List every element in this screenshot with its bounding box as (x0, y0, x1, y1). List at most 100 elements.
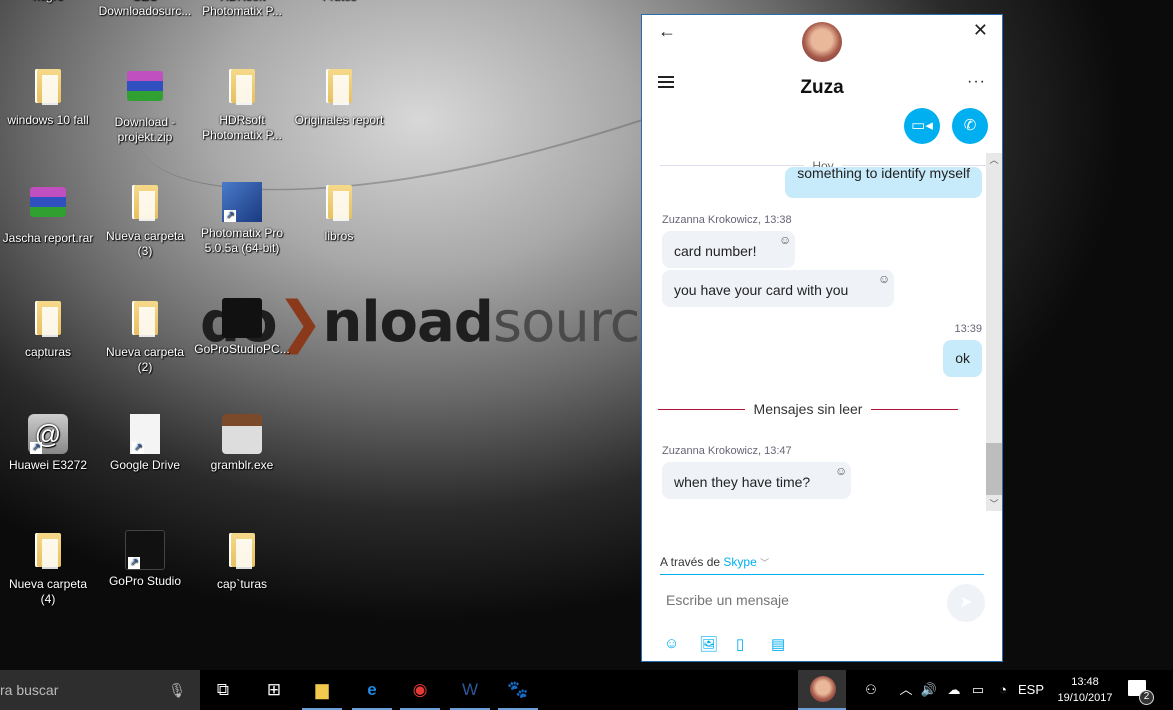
desktop-icon[interactable]: Frutes (291, 0, 387, 4)
icon-label: Google Drive (109, 458, 181, 472)
scrollbar-thumb[interactable] (986, 443, 1002, 495)
huawei-icon: @ ↗ (28, 414, 68, 454)
message-text: ok (955, 350, 970, 366)
desktop-icon[interactable]: ↗ GoPro Studio (97, 530, 193, 589)
desktop-icon[interactable]: Download - projekt.zip (97, 66, 193, 145)
onedrive-icon[interactable]: ☁ (943, 670, 965, 710)
message-text: when they have time? (674, 474, 811, 490)
chat-scrollbar[interactable]: ︿ ﹀ (986, 153, 1002, 511)
edge-icon[interactable]: e (348, 670, 396, 710)
word-icon[interactable]: W (446, 670, 494, 710)
scroll-down-icon[interactable]: ﹀ (986, 497, 1002, 511)
language-indicator[interactable]: ESP (1016, 670, 1046, 710)
icon-label: HDRsoft Photomatix P... (202, 113, 282, 142)
desktop-icon[interactable]: SEO Downloadosurc... (97, 0, 193, 19)
chevron-down-icon[interactable]: ﹀ (760, 558, 769, 568)
via-label: A través de (660, 555, 721, 569)
message-input[interactable] (666, 592, 936, 608)
task-view-icon[interactable]: ⧉ (199, 670, 247, 710)
icon-label: Jascha report.rar (2, 231, 94, 245)
wifi-icon[interactable]: ◔ (992, 670, 1014, 710)
desktop-icon[interactable]: Nueva carpeta (4) (0, 530, 96, 607)
icon-label: Nueva carpeta (4) (8, 577, 88, 606)
camera-icon (222, 414, 262, 454)
desktop-icon[interactable]: GoProStudioPC... (194, 298, 290, 357)
volume-icon[interactable]: 🔊 (918, 670, 940, 710)
message-text: card number! (674, 243, 757, 259)
icon-label: gramblr.exe (210, 458, 274, 472)
desktop-icon[interactable]: @ ↗ Huawei E3272 (0, 414, 96, 473)
action-center-icon[interactable]: 2 (1128, 680, 1154, 705)
folder-icon (132, 185, 158, 219)
icon-label: HDRsoft Photomatix P... (202, 0, 282, 18)
message-meta: 13:39 (954, 323, 982, 335)
reaction-smiley-icon[interactable]: ☺ (779, 233, 791, 247)
file-icon[interactable]: ▯ (736, 635, 744, 653)
gimp-icon[interactable]: 🐾 (494, 670, 542, 710)
icon-label: Download - projekt.zip (114, 115, 176, 144)
emoji-icon[interactable]: ☺ (664, 635, 679, 652)
show-hidden-icons-chevron[interactable]: ︿ (896, 670, 916, 710)
message-bubble[interactable]: something to identify myself (785, 167, 982, 198)
photomatix-icon: ↗ (222, 182, 262, 222)
folder-icon (229, 533, 255, 567)
icon-label: GoProStudioPC... (194, 342, 290, 356)
icon-label: windows 10 fall (7, 113, 89, 127)
icon-label: Nueva carpeta (2) (105, 345, 185, 374)
chrome-icon[interactable]: ◉ (396, 670, 444, 710)
desktop-icon[interactable]: windows 10 fall (0, 66, 96, 128)
store-icon[interactable]: ⊞ (250, 670, 298, 710)
message-bubble[interactable]: card number! (662, 231, 795, 268)
contact-name: Zuza (800, 77, 844, 98)
message-bubble[interactable]: ok (943, 340, 982, 377)
icon-label: capturas (24, 345, 72, 359)
file-explorer-icon[interactable]: ▆ (298, 670, 346, 710)
close-icon[interactable]: ✕ (973, 20, 988, 41)
scroll-up-icon[interactable]: ︿ (986, 153, 1002, 167)
desktop-icon[interactable]: Originales report (291, 66, 387, 128)
contact-card-icon[interactable]: ▤ (771, 635, 785, 653)
battery-icon[interactable]: ▭ (967, 670, 989, 710)
taskbar-search[interactable]: ra buscar 🎙 (0, 670, 200, 710)
people-icon[interactable]: ⚇ (858, 670, 884, 710)
desktop-icon[interactable]: Nueva carpeta (2) (97, 298, 193, 375)
desktop-icon[interactable]: Nueva carpeta (3) (97, 182, 193, 259)
send-button[interactable]: ➤ (947, 584, 985, 622)
reaction-smiley-icon[interactable]: ☺ (835, 464, 847, 478)
desktop-icon[interactable]: HDRsoft Photomatix P... (194, 0, 290, 19)
back-arrow-icon[interactable]: ← (658, 21, 676, 42)
skype-taskbar-avatar[interactable] (798, 670, 846, 710)
message-bubble[interactable]: you have your card with you (662, 270, 894, 307)
taskbar: ra buscar 🎙 ⧉ ⊞ ▆ e ◉ W 🐾 ⚇ ︿ 🔊 ☁ ▭ ◔ ESP… (0, 670, 1173, 710)
message-bubble[interactable]: when they have time? (662, 462, 851, 499)
desktop-icon[interactable]: capturas (0, 298, 96, 360)
video-call-button[interactable]: ▭◂ (904, 108, 940, 144)
desktop-icon[interactable]: ↗ Google Drive (97, 414, 193, 473)
icon-label: cap`turas (216, 577, 268, 591)
archive-icon (127, 71, 163, 101)
icon-label: Nueva carpeta (3) (105, 229, 185, 258)
audio-call-button[interactable]: ✆ (952, 108, 988, 144)
message-text: you have your card with you (674, 282, 849, 298)
via-service[interactable]: Skype (723, 555, 756, 569)
desktop-icon[interactable]: cap`turas (194, 530, 290, 592)
send-via-selector[interactable]: A través de Skype ﹀ (660, 555, 984, 575)
video-camera-icon: ▭◂ (911, 117, 933, 134)
reaction-smiley-icon[interactable]: ☺ (878, 272, 890, 286)
desktop-icon[interactable]: negro (0, 0, 96, 4)
contact-avatar[interactable] (802, 22, 842, 62)
desktop-icon[interactable]: Jascha report.rar (0, 182, 96, 246)
send-icon: ➤ (959, 594, 973, 611)
shortcut-arrow-icon: ↗ (128, 557, 140, 569)
folder-icon (326, 185, 352, 219)
system-clock[interactable]: 13:48 19/10/2017 (1050, 674, 1120, 706)
desktop-icon[interactable]: HDRsoft Photomatix P... (194, 66, 290, 143)
image-icon[interactable]: 🖼 (699, 635, 718, 653)
gopro-installer-icon (222, 298, 262, 338)
desktop-icon[interactable]: gramblr.exe (194, 414, 290, 473)
desktop-icon[interactable]: libros (291, 182, 387, 244)
icon-label: Frutes (291, 0, 387, 4)
microphone-icon[interactable]: 🎙 (168, 670, 186, 710)
more-options-icon[interactable]: ··· (967, 73, 986, 91)
desktop-icon[interactable]: ↗ Photomatix Pro 5.0.5a (64-bit) (194, 182, 290, 256)
